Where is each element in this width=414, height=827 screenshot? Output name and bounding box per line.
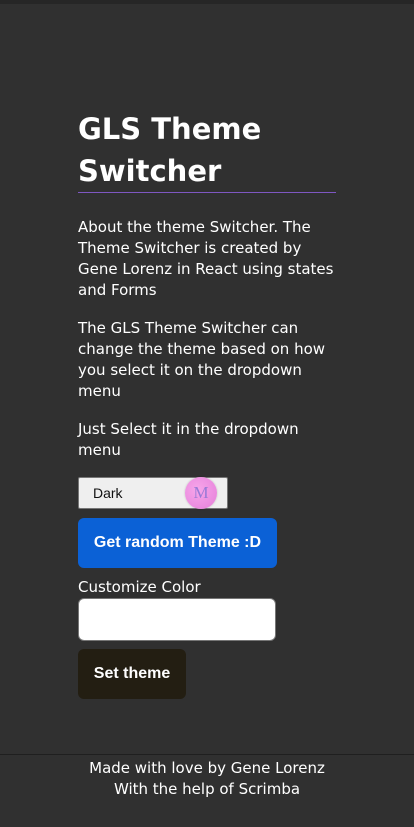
main-content: GLS Theme Switcher About the theme Switc… [78, 108, 336, 699]
get-random-theme-button[interactable]: Get random Theme :D [78, 518, 277, 568]
footer-credit: Made with love by Gene Lorenz [89, 759, 325, 777]
extension-badge-letter: M [193, 483, 209, 502]
extension-m-icon[interactable]: M [185, 477, 217, 509]
customize-color-label: Customize Color [78, 578, 201, 596]
theme-select-wrapper: Dark M [78, 477, 228, 509]
about-paragraph: About the theme Switcher. The Theme Swit… [78, 218, 334, 299]
top-strip [0, 0, 414, 4]
customize-color-input[interactable] [78, 598, 276, 641]
title-divider [78, 192, 336, 193]
footer: Made with love by Gene Lorenz With the h… [0, 754, 414, 827]
footer-scrimba: With the help of Scrimba [113, 780, 301, 798]
instruction-paragraph: Just Select it in the dropdown menu [78, 420, 299, 459]
set-theme-button[interactable]: Set theme [78, 649, 186, 699]
description-paragraph: The GLS Theme Switcher can change the th… [78, 319, 326, 400]
page-title: GLS Theme Switcher [78, 112, 262, 188]
